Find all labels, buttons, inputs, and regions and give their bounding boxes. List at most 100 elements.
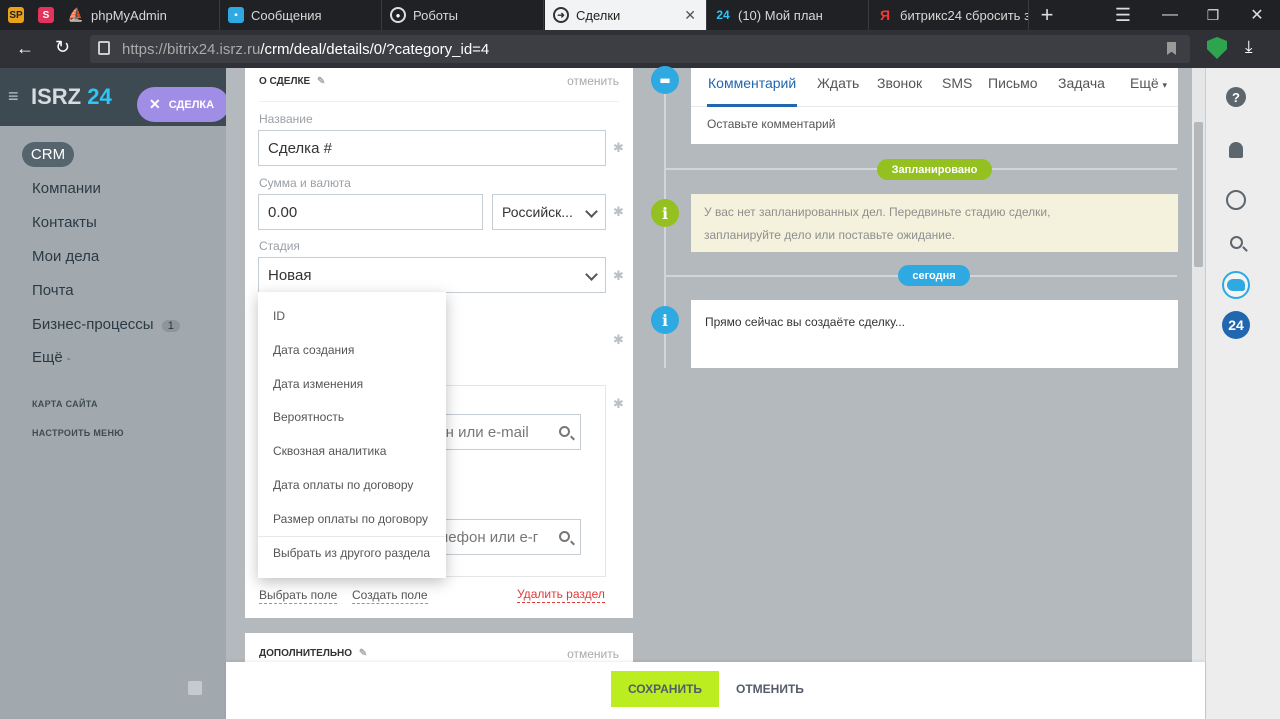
download-icon[interactable]: ⤓ xyxy=(1245,37,1253,57)
comment-input[interactable]: Оставьте комментарий xyxy=(707,117,835,131)
search-icon[interactable] xyxy=(559,426,570,437)
chat-bubble-icon[interactable] xyxy=(1222,186,1250,214)
sidebar-item-business-processes[interactable]: Бизнес-процессы 1 xyxy=(32,316,180,333)
gear-icon[interactable]: ✱ xyxy=(613,205,625,218)
hamburger-icon[interactable]: ≡ xyxy=(8,86,19,107)
tab-label: Сообщения xyxy=(251,7,322,23)
lock-icon xyxy=(98,41,110,55)
menu-icon[interactable]: ☰ xyxy=(1103,0,1143,30)
tab-phpmyadmin[interactable]: ⛵ phpMyAdmin xyxy=(60,0,220,30)
choose-field-link[interactable]: Выбрать поле xyxy=(259,588,338,604)
sidebar-item-mail[interactable]: Почта xyxy=(32,282,74,299)
tab-deals[interactable]: ➜ Сделки ✕ xyxy=(545,0,707,30)
dropdown-item-analytics[interactable]: Сквозная аналитика xyxy=(273,444,386,458)
tab-yandex-search[interactable]: Я битрикс24 сбросить з xyxy=(869,0,1029,30)
shield-icon[interactable] xyxy=(1207,37,1227,59)
reload-icon[interactable]: ↻ xyxy=(55,37,70,58)
help-icon[interactable]: ? xyxy=(1222,83,1250,111)
search-icon[interactable] xyxy=(1222,228,1250,256)
dropdown-item-created[interactable]: Дата создания xyxy=(273,343,354,357)
today-badge: сегодня xyxy=(898,265,970,286)
sidebar-item-crm[interactable]: CRM xyxy=(22,142,74,167)
printer-icon[interactable] xyxy=(188,681,202,695)
tab-more[interactable]: Ещё ▾ xyxy=(1130,75,1167,91)
stage-select[interactable]: Новая xyxy=(258,257,606,293)
scrollbar-thumb[interactable] xyxy=(1194,122,1203,267)
right-panel: ? 24 xyxy=(1205,68,1280,719)
tab-task[interactable]: Задача xyxy=(1058,75,1105,91)
pencil-icon[interactable]: ✎ xyxy=(317,76,325,87)
dropdown-item-modified[interactable]: Дата изменения xyxy=(273,377,363,391)
config-menu-link[interactable]: НАСТРОИТЬ МЕНЮ xyxy=(32,428,124,438)
section-title-text: О СДЕЛКЕ xyxy=(259,76,311,87)
sidebar-item-contacts[interactable]: Контакты xyxy=(32,214,97,231)
bird-icon[interactable] xyxy=(1222,271,1250,299)
dropdown-item-probability[interactable]: Вероятность xyxy=(273,410,344,424)
tab-wait[interactable]: Ждать xyxy=(817,75,859,91)
gear-icon[interactable]: ✱ xyxy=(613,397,625,410)
active-tab-underline xyxy=(707,104,797,107)
tab-label: (10) Мой план xyxy=(738,7,823,23)
dropdown-item-other-section[interactable]: Выбрать из другого раздела xyxy=(273,546,430,560)
sidebar-header: ≡ ISRZ 24 ✕ СДЕЛКА xyxy=(0,68,229,126)
minimize-button[interactable]: — xyxy=(1150,0,1190,30)
url-host: https://bitrix24.isrz.ru xyxy=(122,40,261,58)
sitemap-link[interactable]: КАРТА САЙТА xyxy=(32,399,98,409)
sidebar-item-my-tasks[interactable]: Мои дела xyxy=(32,248,99,265)
tab-my-plan[interactable]: 24 (10) Мой план xyxy=(707,0,869,30)
deal-button-label: СДЕЛКА xyxy=(168,98,215,111)
tab-s[interactable]: S xyxy=(30,0,60,30)
tab-messages[interactable]: ▪ Сообщения xyxy=(220,0,382,30)
pencil-icon[interactable]: ✎ xyxy=(359,648,367,659)
url-path: /crm/deal/details/0/?category_id=4 xyxy=(260,40,490,58)
scrollbar[interactable] xyxy=(1192,68,1205,662)
sp-icon: SP xyxy=(8,7,24,23)
tab-call[interactable]: Звонок xyxy=(877,75,922,91)
gear-icon[interactable]: ✱ xyxy=(613,141,625,154)
name-input[interactable]: Сделка # xyxy=(258,130,606,166)
dropdown-item-payment-date[interactable]: Дата оплаты по договору xyxy=(273,478,413,492)
cancel-button[interactable]: ОТМЕНИТЬ xyxy=(736,682,804,696)
no-planned-text-1: У вас нет запланированных дел. Передвинь… xyxy=(704,205,1051,219)
planned-badge: Запланировано xyxy=(877,159,992,180)
extra-cancel-link[interactable]: отменить xyxy=(567,647,619,661)
tab-label: битрикс24 сбросить з xyxy=(900,7,1029,23)
create-field-link[interactable]: Создать поле xyxy=(352,588,428,604)
tab-more-label: Ещё xyxy=(1130,75,1159,91)
restore-button[interactable]: ❐ xyxy=(1193,0,1233,30)
info-icon: i xyxy=(651,199,679,227)
no-planned-card: У вас нет запланированных дел. Передвинь… xyxy=(691,194,1178,252)
tab-sp[interactable]: SP xyxy=(0,0,30,30)
tab-comment[interactable]: Комментарий xyxy=(708,75,796,91)
tab-label: Роботы xyxy=(413,7,459,23)
creating-text: Прямо сейчас вы создаёте сделку... xyxy=(705,315,905,329)
tab-robots[interactable]: ● Роботы xyxy=(382,0,544,30)
dropdown-item-payment-size[interactable]: Размер оплаты по договору xyxy=(273,512,428,526)
bookmark-icon[interactable] xyxy=(1167,42,1176,55)
new-tab-button[interactable]: + xyxy=(1027,0,1067,30)
close-icon[interactable]: ✕ xyxy=(684,7,696,24)
delete-section-link[interactable]: Удалить раздел xyxy=(517,587,605,603)
gear-icon[interactable]: ✱ xyxy=(613,269,625,282)
close-window-button[interactable]: ✕ xyxy=(1237,0,1277,30)
save-button[interactable]: СОХРАНИТЬ xyxy=(611,671,719,707)
tab-email[interactable]: Письмо xyxy=(988,75,1038,91)
logo[interactable]: ISRZ 24 xyxy=(31,84,112,110)
url-field[interactable]: https://bitrix24.isrz.ru/crm/deal/detail… xyxy=(90,35,1190,63)
search-icon[interactable] xyxy=(559,531,570,542)
sidebar-item-label: Ещё xyxy=(32,349,63,366)
counter-badge: 1 xyxy=(161,320,180,332)
sum-input[interactable]: 0.00 xyxy=(258,194,483,230)
info-icon: i xyxy=(651,306,679,334)
dropdown-item-id[interactable]: ID xyxy=(273,309,285,323)
tab-sms[interactable]: SMS xyxy=(942,75,972,91)
currency-select[interactable]: Российск... xyxy=(492,194,606,230)
sidebar-item-companies[interactable]: Компании xyxy=(32,180,101,197)
bitrix24-icon[interactable]: 24 xyxy=(1222,311,1250,339)
back-icon[interactable]: ← xyxy=(16,38,34,59)
deal-button[interactable]: ✕ СДЕЛКА xyxy=(137,87,229,122)
bell-icon[interactable] xyxy=(1222,136,1250,164)
sidebar-item-more[interactable]: Ещё - xyxy=(32,349,71,366)
cancel-link[interactable]: отменить xyxy=(567,74,619,88)
gear-icon[interactable]: ✱ xyxy=(613,333,625,346)
